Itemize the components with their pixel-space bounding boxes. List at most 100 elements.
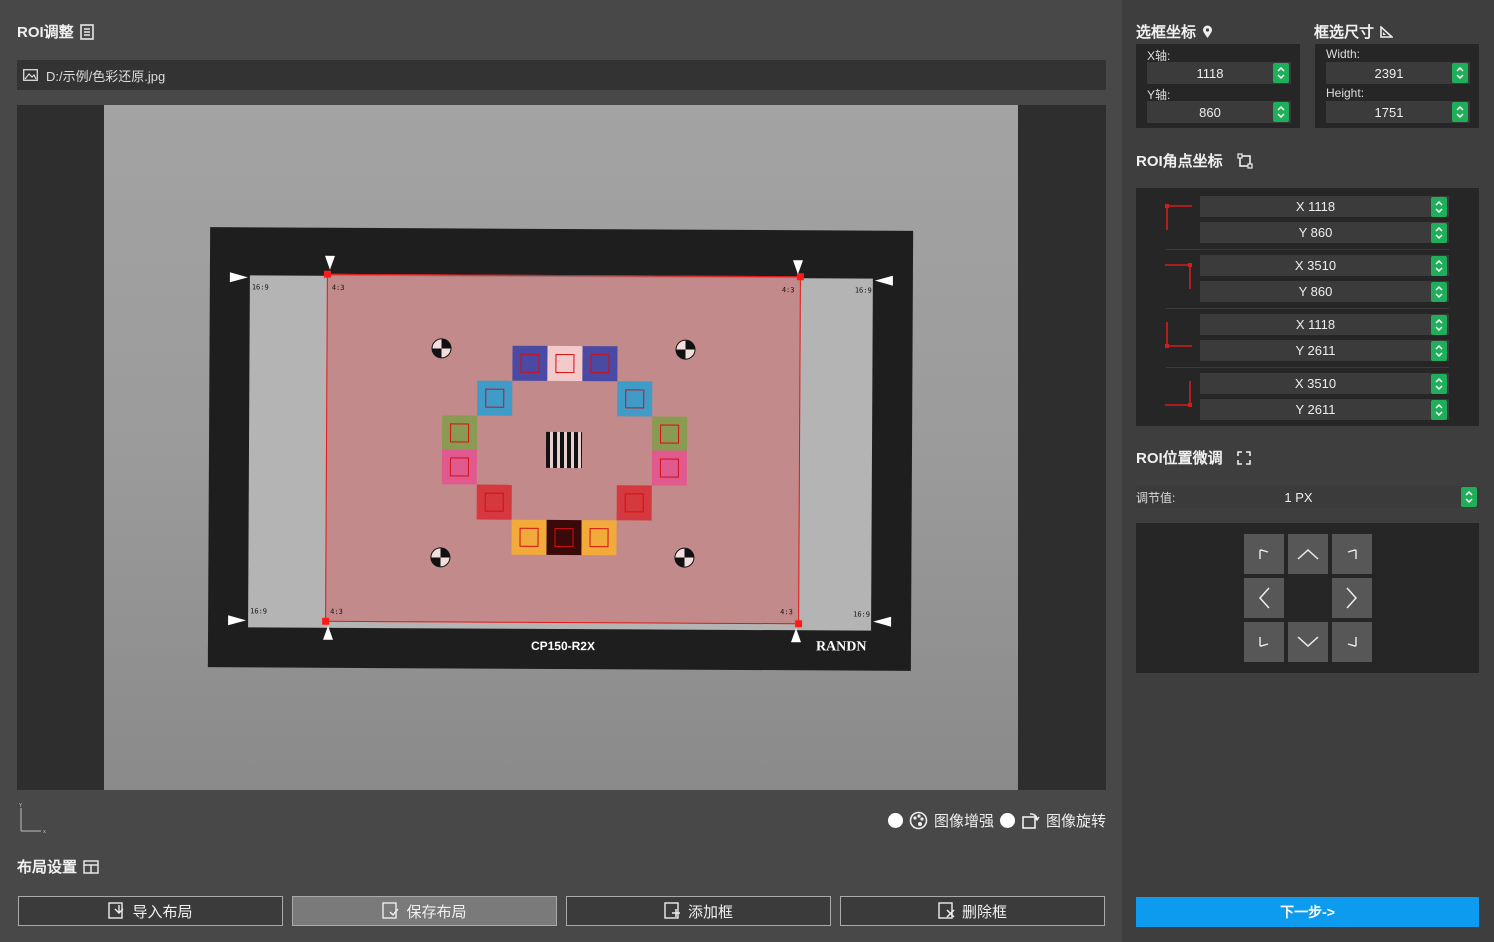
corner-bottom-left-x-spinbox[interactable]: X 1118 bbox=[1200, 314, 1449, 335]
y-axis-spinbox[interactable]: 860 bbox=[1147, 101, 1291, 123]
enhance-radio[interactable] bbox=[887, 813, 903, 828]
rotate-label: 图像旋转 bbox=[1045, 813, 1106, 830]
spin-arrows-icon[interactable] bbox=[1452, 63, 1468, 83]
color-patch bbox=[511, 519, 547, 555]
move-up-left-button[interactable] bbox=[1244, 534, 1284, 574]
arrow-up-left-icon bbox=[1259, 549, 1269, 559]
height-spinbox[interactable]: 1751 bbox=[1326, 101, 1470, 123]
height-value[interactable]: 1751 bbox=[1326, 105, 1452, 120]
corner-bottom-right-y-spinbox[interactable]: Y 2611 bbox=[1200, 399, 1449, 420]
spin-arrows-icon[interactable] bbox=[1273, 63, 1289, 83]
spin-arrows-icon[interactable] bbox=[1431, 255, 1447, 276]
width-spinbox[interactable]: 2391 bbox=[1326, 62, 1470, 84]
spin-arrows-icon[interactable] bbox=[1431, 314, 1447, 335]
corner-x-value[interactable]: X 3510 bbox=[1200, 258, 1431, 273]
focus-target bbox=[430, 547, 451, 568]
arrow-right-icon bbox=[1346, 587, 1358, 609]
width-value[interactable]: 2391 bbox=[1326, 66, 1452, 81]
rotate-radio[interactable] bbox=[999, 813, 1015, 828]
move-left-button[interactable] bbox=[1244, 578, 1284, 618]
arrow-down-left-icon bbox=[1259, 637, 1269, 647]
enhance-option[interactable]: 图像增强 bbox=[887, 810, 994, 831]
corner-bottom-left-icon bbox=[1165, 322, 1192, 348]
spin-arrows-icon[interactable] bbox=[1431, 222, 1447, 243]
svg-text:x: x bbox=[43, 829, 46, 835]
select-coord-title-text: 选框坐标 bbox=[1136, 24, 1197, 41]
resolution-bars bbox=[545, 431, 583, 469]
delete-box-button[interactable]: 删除框 bbox=[840, 896, 1105, 926]
corner-y-value[interactable]: Y 2611 bbox=[1200, 402, 1431, 417]
corner-y-value[interactable]: Y 860 bbox=[1200, 284, 1431, 299]
roi-corners-title: ROI角点坐标 bbox=[1136, 150, 1253, 171]
color-patch bbox=[616, 485, 652, 521]
rotate-icon bbox=[1022, 813, 1040, 829]
ratio-label-169-bl: 16:9 bbox=[250, 607, 268, 616]
import-layout-button[interactable]: 导入布局 bbox=[18, 896, 283, 926]
adjust-spinbox[interactable]: 调节值: 1 PX bbox=[1136, 486, 1479, 508]
corner-top-right-y-spinbox[interactable]: Y 860 bbox=[1200, 281, 1449, 302]
add-icon bbox=[664, 902, 680, 919]
spin-arrows-icon[interactable] bbox=[1431, 281, 1447, 302]
roi-corner-handle-br[interactable] bbox=[795, 620, 803, 628]
layout-settings-title-text: 布局设置 bbox=[17, 859, 78, 876]
width-label: Width: bbox=[1326, 47, 1361, 61]
layout-icon bbox=[83, 859, 99, 874]
corner-bottom-right-x-spinbox[interactable]: X 3510 bbox=[1200, 373, 1449, 394]
ratio-label-169-tl: 16:9 bbox=[251, 283, 269, 292]
delete-icon bbox=[938, 902, 955, 919]
color-patch bbox=[441, 449, 477, 485]
arrow-left-icon bbox=[1258, 587, 1270, 609]
save-layout-label: 保存布局 bbox=[406, 903, 467, 921]
spin-arrows-icon[interactable] bbox=[1431, 373, 1447, 394]
height-label: Height: bbox=[1326, 86, 1365, 100]
corner-top-left-x-spinbox[interactable]: X 1118 bbox=[1200, 196, 1449, 217]
corner-y-value[interactable]: Y 860 bbox=[1200, 225, 1431, 240]
color-patch bbox=[546, 519, 582, 556]
corner-x-value[interactable]: X 1118 bbox=[1200, 199, 1431, 214]
save-layout-button[interactable]: 保存布局 bbox=[292, 896, 557, 926]
palette-icon bbox=[909, 811, 928, 830]
focus-target bbox=[675, 339, 696, 360]
corner-y-value[interactable]: Y 2611 bbox=[1200, 343, 1431, 358]
corner-top-left-y-spinbox[interactable]: Y 860 bbox=[1200, 222, 1449, 243]
arrow-down-icon bbox=[1297, 636, 1319, 648]
move-down-button[interactable] bbox=[1288, 622, 1328, 662]
corner-separator bbox=[1166, 308, 1449, 309]
move-down-right-button[interactable] bbox=[1332, 622, 1372, 662]
move-up-right-button[interactable] bbox=[1332, 534, 1372, 574]
rotate-option[interactable]: 图像旋转 bbox=[999, 810, 1106, 831]
select-size-title-text: 框选尺寸 bbox=[1314, 24, 1375, 41]
corner-top-right-x-spinbox[interactable]: X 3510 bbox=[1200, 255, 1449, 276]
corner-x-value[interactable]: X 1118 bbox=[1200, 317, 1431, 332]
move-down-left-button[interactable] bbox=[1244, 622, 1284, 662]
roi-corner-handle-tr[interactable] bbox=[796, 273, 804, 281]
image-viewer[interactable]: 16:9 16:9 16:9 16:9 4:3 4:3 4:3 4:3 CP15… bbox=[17, 105, 1106, 790]
move-up-button[interactable] bbox=[1288, 534, 1328, 574]
ratio-label-43-br: 4:3 bbox=[780, 608, 793, 617]
corner-x-value[interactable]: X 3510 bbox=[1200, 376, 1431, 391]
color-patch bbox=[512, 345, 548, 381]
spin-arrows-icon[interactable] bbox=[1431, 196, 1447, 217]
next-step-button[interactable]: 下一步-> bbox=[1136, 897, 1479, 927]
color-patch bbox=[651, 450, 687, 486]
add-box-button[interactable]: 添加框 bbox=[566, 896, 831, 926]
adjust-value[interactable]: 1 PX bbox=[1136, 490, 1461, 505]
x-axis-value[interactable]: 1118 bbox=[1147, 66, 1273, 81]
y-axis-value[interactable]: 860 bbox=[1147, 105, 1273, 120]
spin-arrows-icon[interactable] bbox=[1431, 340, 1447, 361]
spin-arrows-icon[interactable] bbox=[1273, 102, 1289, 122]
left-panel: ROI调整 D:/示例/色彩还原.jpg 16:9 16:9 16:9 16:9… bbox=[0, 0, 1122, 942]
roi-corner-handle-bl[interactable] bbox=[322, 617, 330, 625]
spin-arrows-icon[interactable] bbox=[1461, 487, 1477, 507]
spin-arrows-icon[interactable] bbox=[1452, 102, 1468, 122]
axis-icon: Yx bbox=[18, 803, 46, 835]
roi-corner-handle-tl[interactable] bbox=[323, 270, 331, 278]
spin-arrows-icon[interactable] bbox=[1431, 399, 1447, 420]
color-patch bbox=[617, 381, 653, 417]
select-coord-title: 选框坐标 bbox=[1136, 21, 1213, 42]
move-right-button[interactable] bbox=[1332, 578, 1372, 618]
adjust-label: 调节值: bbox=[1136, 490, 1176, 505]
marker-arrow-top-left bbox=[324, 255, 336, 270]
corner-bottom-left-y-spinbox[interactable]: Y 2611 bbox=[1200, 340, 1449, 361]
x-axis-spinbox[interactable]: 1118 bbox=[1147, 62, 1291, 84]
